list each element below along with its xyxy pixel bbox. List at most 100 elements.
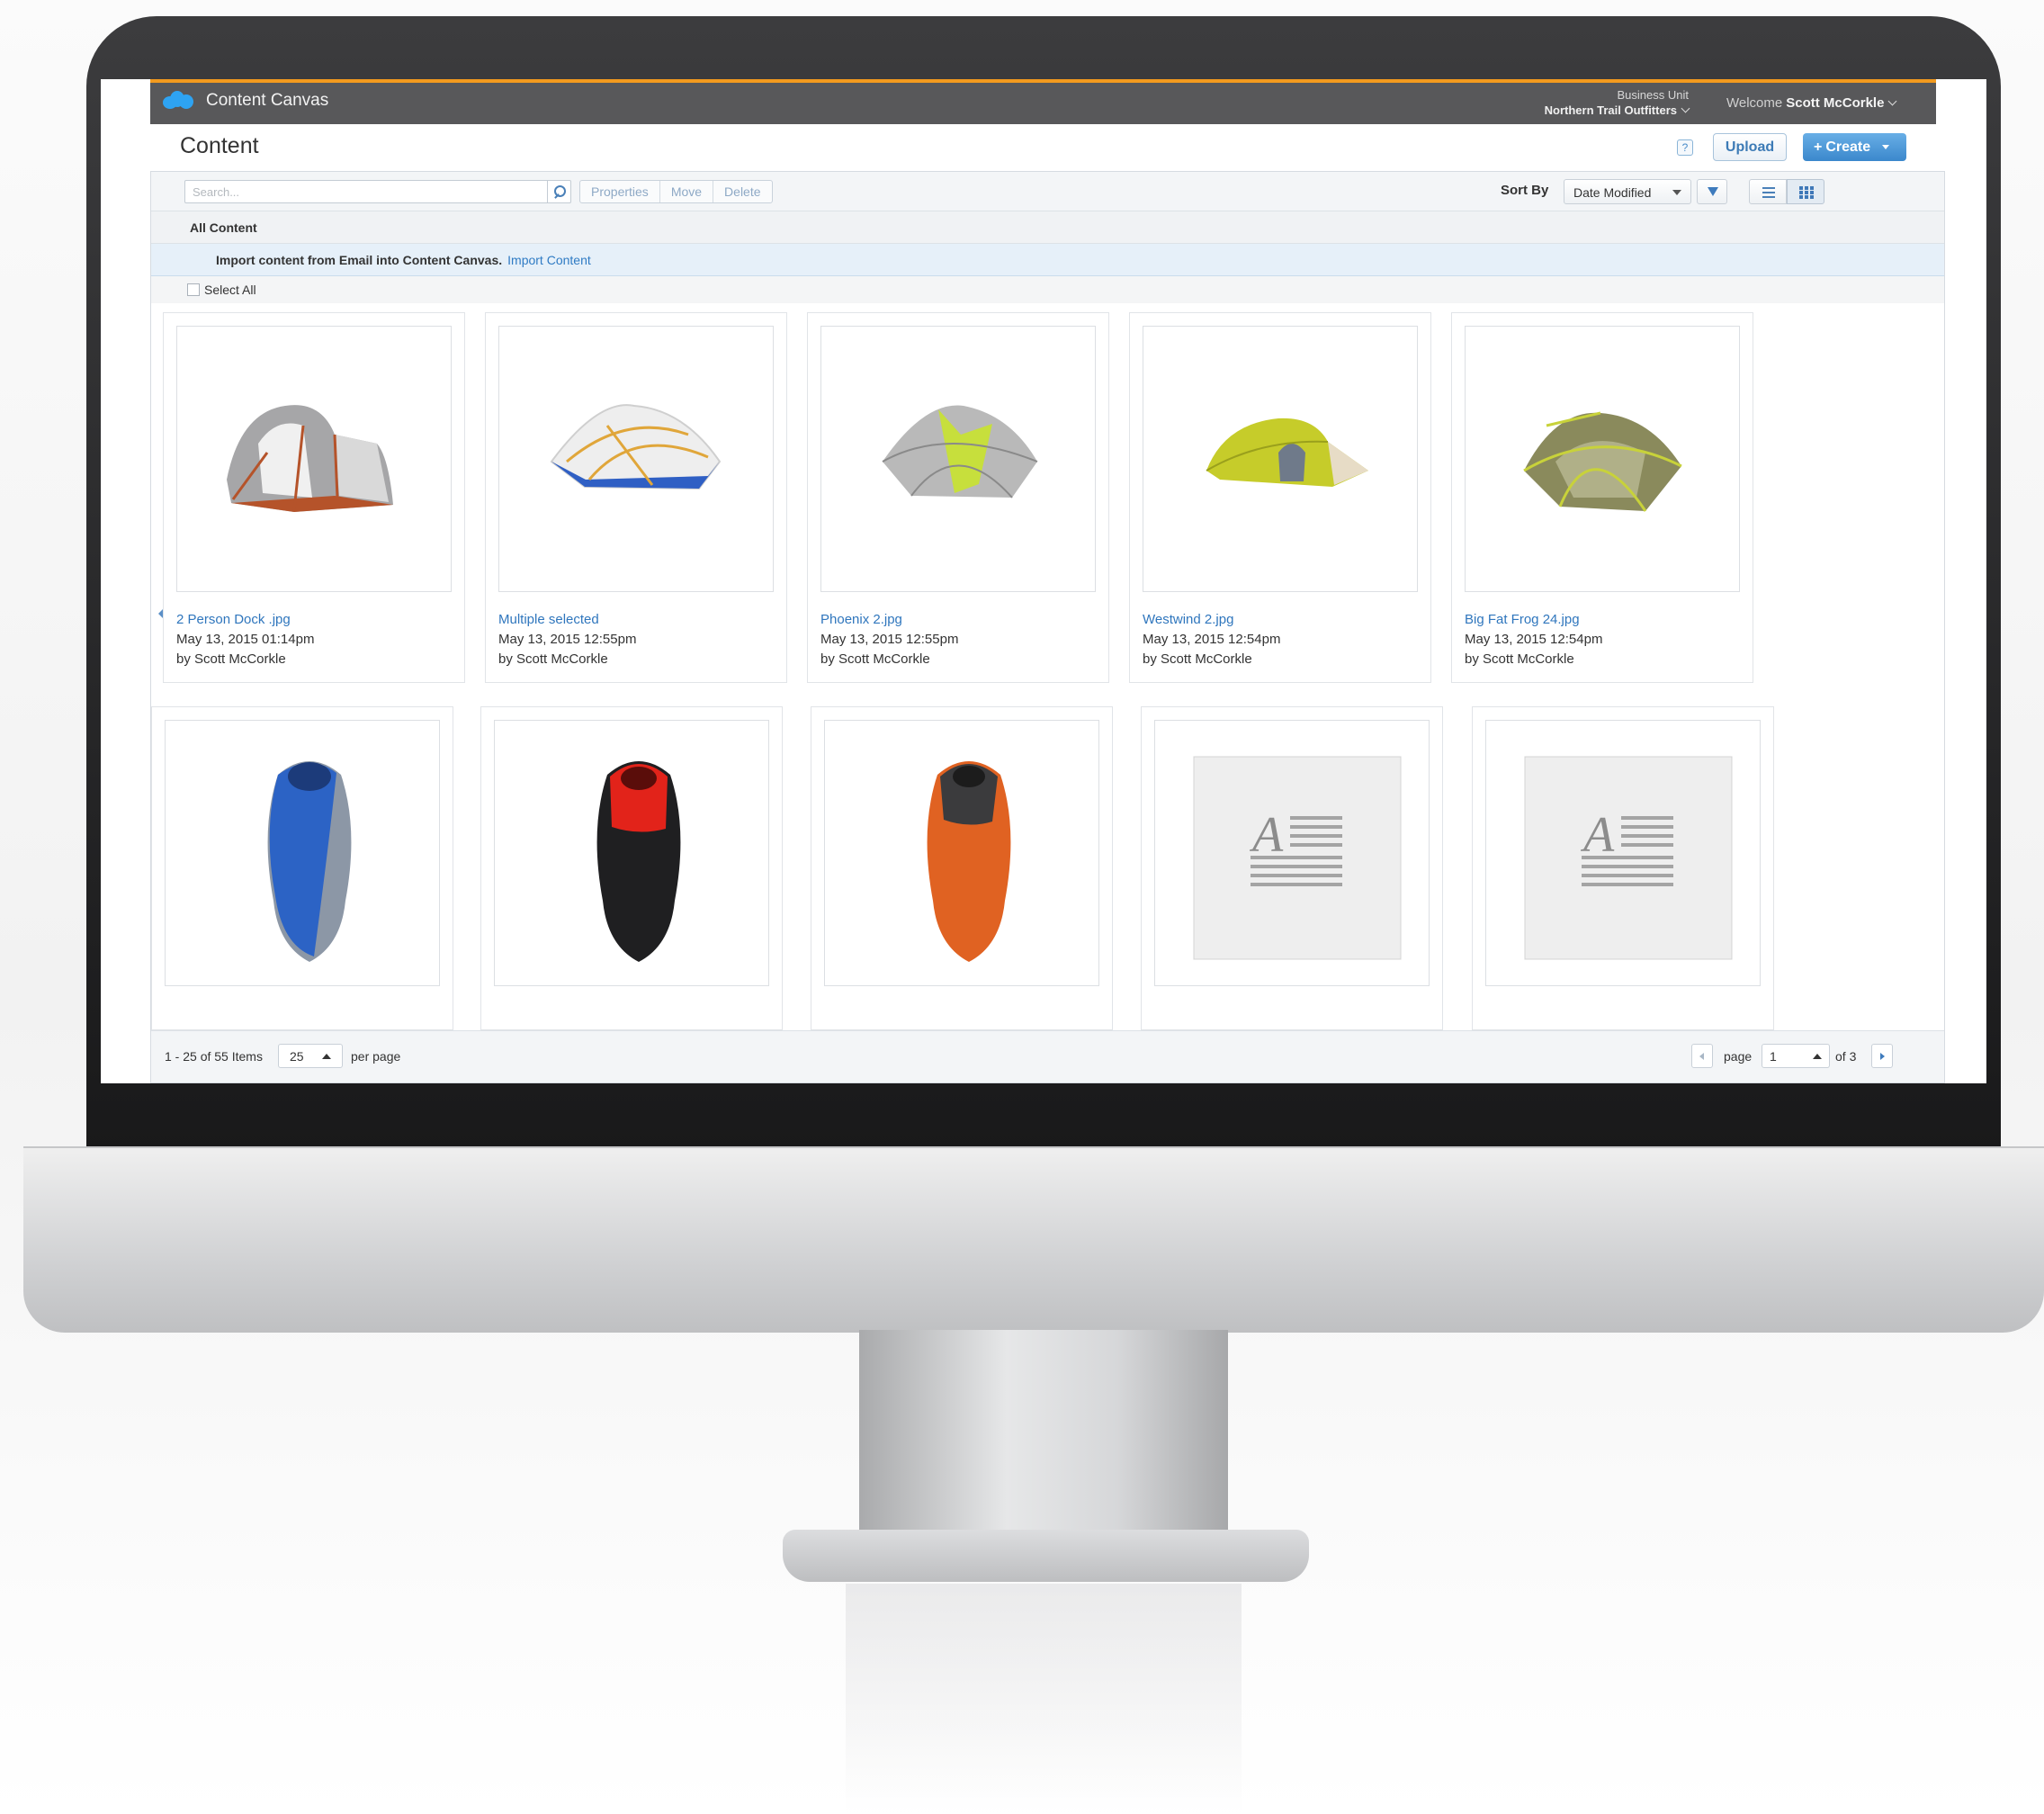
sort-by-label: Sort By bbox=[1501, 183, 1549, 198]
next-page-button[interactable] bbox=[1871, 1044, 1893, 1068]
sleeping-bag-orange-icon bbox=[927, 761, 1011, 962]
card-date: May 13, 2015 01:14pm bbox=[176, 632, 315, 647]
thumbnail bbox=[824, 720, 1099, 986]
content-card[interactable]: Big Fat Frog 24.jpg May 13, 2015 12:54pm… bbox=[1451, 312, 1753, 683]
content-card[interactable] bbox=[480, 706, 783, 1030]
sleeping-bag-blue-icon bbox=[267, 761, 352, 962]
business-unit-value: Northern Trail Outfitters bbox=[1544, 103, 1677, 117]
card-author: by Scott McCorkle bbox=[820, 651, 930, 667]
content-card[interactable]: A bbox=[1141, 706, 1443, 1030]
tent-white-blue-icon bbox=[550, 404, 722, 490]
plus-icon: + bbox=[1814, 139, 1823, 155]
select-all-checkbox[interactable] bbox=[187, 283, 200, 296]
card-date: May 13, 2015 12:54pm bbox=[1465, 632, 1603, 647]
card-author: by Scott McCorkle bbox=[176, 651, 286, 667]
content-grid: 2 Person Dock .jpg May 13, 2015 01:14pm … bbox=[151, 303, 1944, 1030]
search-placeholder: Search... bbox=[193, 185, 240, 199]
business-unit-switcher[interactable]: Business Unit Northern Trail Outfitters bbox=[1518, 88, 1690, 117]
page-number-input[interactable]: 1 bbox=[1762, 1044, 1830, 1068]
page-label: page bbox=[1724, 1049, 1753, 1064]
welcome-label: Welcome bbox=[1726, 95, 1783, 111]
screen: Content Canvas Business Unit Northern Tr… bbox=[101, 79, 1986, 1083]
card-name[interactable]: 2 Person Dock .jpg bbox=[176, 612, 291, 627]
per-page-value: 25 bbox=[290, 1049, 304, 1064]
brand[interactable]: Content Canvas bbox=[163, 91, 328, 111]
card-date: May 13, 2015 12:55pm bbox=[820, 632, 959, 647]
tent-dome-orange-icon bbox=[227, 405, 393, 512]
caret-up-icon bbox=[1813, 1054, 1822, 1059]
properties-button[interactable]: Properties bbox=[580, 181, 660, 202]
card-name[interactable]: Multiple selected bbox=[498, 612, 599, 627]
chevron-down-icon bbox=[1888, 96, 1897, 106]
thumbnail: A bbox=[1485, 720, 1761, 986]
app-title: Content Canvas bbox=[206, 91, 329, 110]
create-label: Create bbox=[1825, 139, 1871, 155]
list-view-icon[interactable] bbox=[1749, 179, 1787, 204]
thumbnail bbox=[176, 326, 452, 592]
sort-select[interactable]: Date Modified bbox=[1564, 179, 1691, 204]
content-panel: Search... Properties Move Delete Sort By… bbox=[150, 171, 1945, 1083]
thumbnail bbox=[498, 326, 774, 592]
caret-up-icon bbox=[322, 1054, 331, 1059]
content-card[interactable]: Multiple selected May 13, 2015 12:55pm b… bbox=[485, 312, 787, 683]
folder-header: All Content bbox=[151, 211, 1944, 244]
filter-icon[interactable] bbox=[1697, 179, 1727, 204]
monitor-stand-base bbox=[783, 1530, 1309, 1582]
svg-text:A: A bbox=[1580, 807, 1615, 863]
card-author: by Scott McCorkle bbox=[1143, 651, 1252, 667]
content-card[interactable]: Westwind 2.jpg May 13, 2015 12:54pm by S… bbox=[1129, 312, 1431, 683]
card-name[interactable]: Phoenix 2.jpg bbox=[820, 612, 902, 627]
salesforce-cloud-icon bbox=[163, 91, 193, 111]
per-page-label: per page bbox=[351, 1049, 401, 1064]
text-document-icon: A bbox=[1524, 756, 1733, 960]
per-page-select[interactable]: 25 bbox=[278, 1044, 343, 1068]
upload-button[interactable]: Upload bbox=[1713, 133, 1787, 161]
thumbnail bbox=[165, 720, 440, 986]
content-card[interactable]: 2 Person Dock .jpg May 13, 2015 01:14pm … bbox=[163, 312, 465, 683]
create-button[interactable]: + Create bbox=[1803, 133, 1906, 161]
thumbnail bbox=[1465, 326, 1740, 592]
monitor-chin bbox=[23, 1148, 2044, 1333]
page-title: Content bbox=[180, 133, 259, 158]
text-document-icon: A bbox=[1193, 756, 1402, 960]
page-number: 1 bbox=[1770, 1049, 1777, 1064]
card-date: May 13, 2015 12:54pm bbox=[1143, 632, 1281, 647]
card-author: by Scott McCorkle bbox=[498, 651, 608, 667]
thumbnail bbox=[494, 720, 769, 986]
search-icon[interactable] bbox=[547, 181, 570, 202]
sleeping-bag-red-icon bbox=[596, 761, 681, 962]
pagination-bar: 1 - 25 of 55 Items 25 per page page 1 of… bbox=[151, 1030, 1944, 1082]
caret-down-icon bbox=[1672, 190, 1681, 195]
tent-yellow-icon bbox=[1206, 418, 1368, 487]
content-card[interactable]: A bbox=[1472, 706, 1774, 1030]
action-button-group: Properties Move Delete bbox=[579, 180, 773, 203]
chevron-down-icon bbox=[1681, 103, 1690, 113]
chevron-down-icon bbox=[1881, 145, 1889, 150]
content-card[interactable] bbox=[811, 706, 1113, 1030]
card-name[interactable]: Westwind 2.jpg bbox=[1143, 612, 1233, 627]
stand-reflection bbox=[846, 1584, 1242, 1814]
content-card[interactable]: Phoenix 2.jpg May 13, 2015 12:55pm by Sc… bbox=[807, 312, 1109, 683]
svg-text:A: A bbox=[1249, 807, 1284, 863]
grid-view-icon[interactable] bbox=[1787, 179, 1824, 204]
search-input[interactable]: Search... bbox=[184, 180, 571, 203]
move-button[interactable]: Move bbox=[660, 181, 714, 202]
monitor-stand-neck bbox=[859, 1330, 1228, 1555]
top-nav-bar: Content Canvas Business Unit Northern Tr… bbox=[150, 79, 1936, 124]
business-unit-label: Business Unit bbox=[1617, 88, 1689, 102]
product-shot-stage: Content Canvas Business Unit Northern Tr… bbox=[0, 0, 2044, 1814]
help-icon[interactable]: ? bbox=[1677, 139, 1693, 156]
previous-page-button[interactable] bbox=[1691, 1044, 1713, 1068]
import-content-link[interactable]: Import Content bbox=[507, 253, 591, 267]
select-all-row: Select All bbox=[151, 276, 1944, 303]
import-message: Import content from Email into Content C… bbox=[216, 253, 503, 267]
user-name: Scott McCorkle bbox=[1786, 95, 1885, 111]
import-banner: Import content from Email into Content C… bbox=[151, 244, 1944, 276]
user-menu[interactable]: Welcome Scott McCorkle bbox=[1726, 95, 1897, 111]
delete-button[interactable]: Delete bbox=[713, 181, 771, 202]
tent-olive-icon bbox=[1523, 411, 1682, 512]
tent-grey-green-icon bbox=[882, 405, 1038, 498]
card-name[interactable]: Big Fat Frog 24.jpg bbox=[1465, 612, 1580, 627]
thumbnail: A bbox=[1154, 720, 1430, 986]
content-card[interactable] bbox=[151, 706, 453, 1030]
